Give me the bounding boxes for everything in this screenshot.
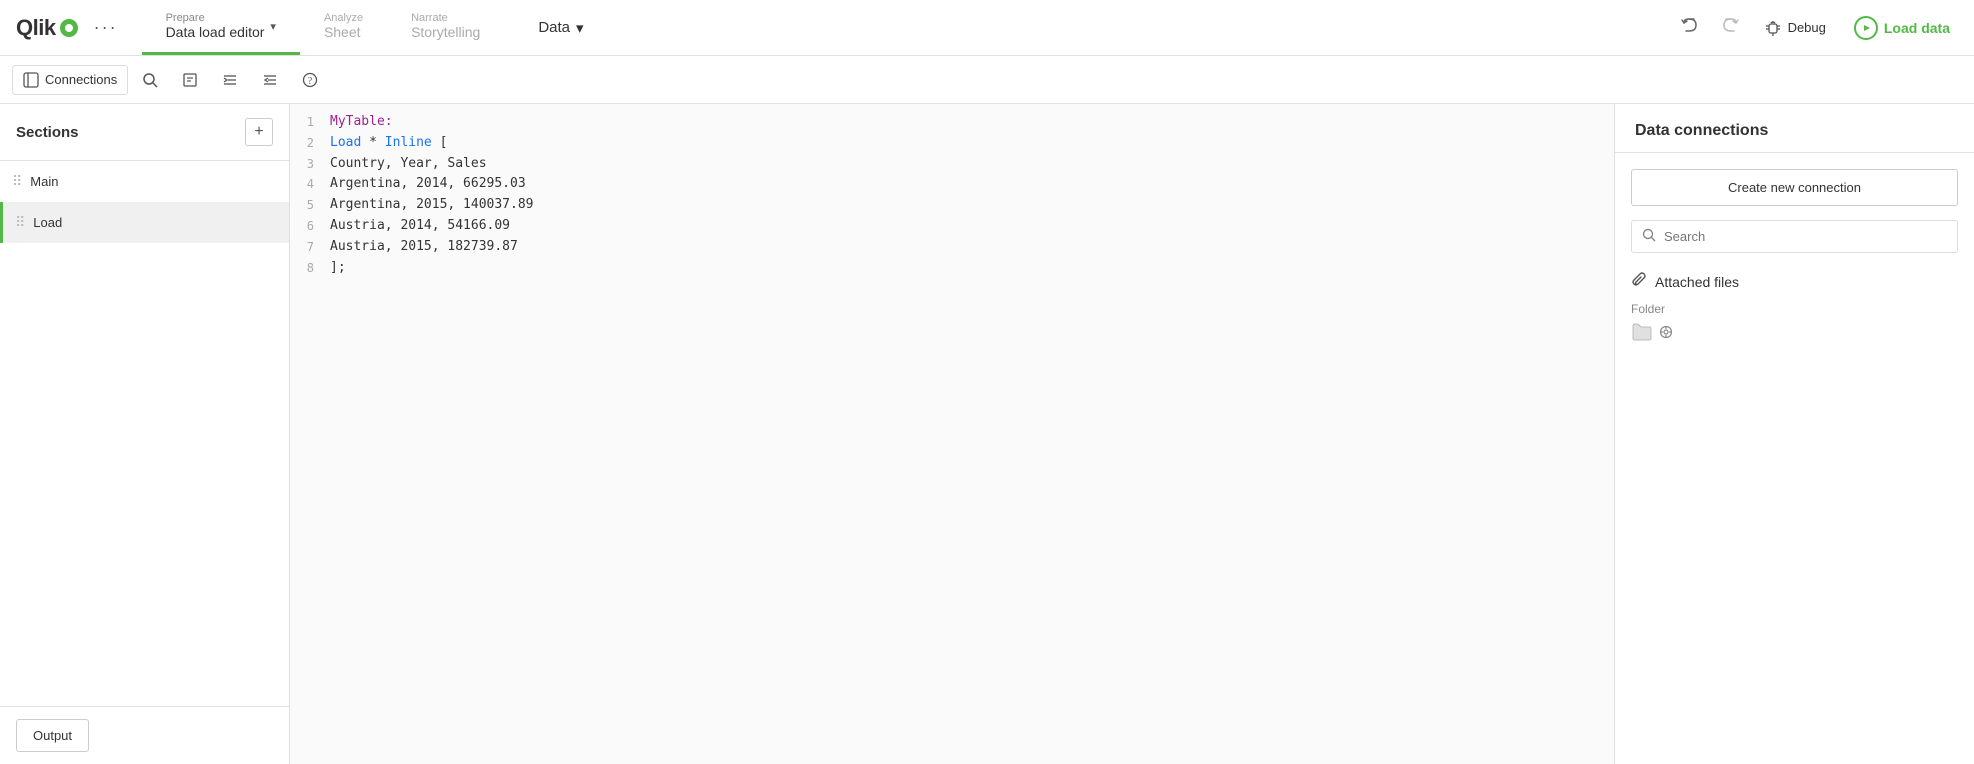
tab-prepare-main-label: Data load editor	[166, 24, 265, 40]
drag-handle-load: ⠿	[15, 214, 25, 231]
folder-icon-area	[1631, 322, 1958, 342]
sidebar-item-load[interactable]: ⠿ Load 🗑	[0, 202, 289, 243]
load-data-icon	[1854, 16, 1878, 40]
code-line-3: 3 Country, Year, Sales	[290, 154, 1614, 175]
debug-label: Debug	[1788, 20, 1826, 35]
connections-label: Connections	[45, 72, 117, 87]
right-panel-header: Data connections	[1615, 104, 1974, 153]
folder-label: Folder	[1631, 302, 1958, 316]
line-content-2: Load * Inline [	[330, 133, 1614, 154]
add-section-icon: +	[254, 123, 263, 141]
create-new-connection-button[interactable]: Create new connection	[1631, 169, 1958, 206]
data-connections-title: Data connections	[1635, 122, 1768, 139]
qlik-wordmark: Qlik	[16, 15, 56, 41]
code-token: Load	[330, 135, 361, 150]
code-line-2: 2 Load * Inline [	[290, 133, 1614, 154]
connections-button[interactable]: Connections	[12, 65, 128, 95]
data-menu-arrow: ▾	[576, 19, 584, 37]
data-connections-panel: Data connections Create new connection	[1614, 104, 1974, 764]
qlik-logo[interactable]: Qlik	[16, 15, 78, 41]
line-number-8: 8	[290, 258, 330, 278]
line-number-7: 7	[290, 237, 330, 257]
line-content-1: MyTable:	[330, 112, 1614, 133]
add-section-button[interactable]: +	[245, 118, 273, 146]
line-number-2: 2	[290, 133, 330, 153]
sidebar-footer: Output	[0, 706, 289, 764]
nav-tabs: Prepare Data load editor ▾ Analyze Sheet…	[142, 0, 505, 55]
outdent-button[interactable]	[252, 66, 288, 94]
sidebar-header: Sections +	[0, 104, 289, 161]
line-content-8: ];	[330, 258, 1614, 279]
logo-area: Qlik ···	[0, 13, 142, 42]
sidebar-item-main[interactable]: ⠿ Main	[0, 161, 289, 202]
code-editor-area[interactable]: 1 MyTable: 2 Load * Inline [ 3 Country, …	[290, 104, 1614, 764]
code-line-7: 7 Austria, 2015, 182739.87	[290, 237, 1614, 258]
attached-files-label: Attached files	[1655, 274, 1739, 290]
tab-analyze-top-label: Analyze	[324, 12, 363, 24]
line-number-5: 5	[290, 195, 330, 215]
tab-analyze-main-label: Sheet	[324, 24, 363, 40]
line-number-4: 4	[290, 174, 330, 194]
line-content-6: Austria, 2014, 54166.09	[330, 216, 1614, 237]
code-icon-button[interactable]	[172, 66, 208, 94]
redo-button[interactable]	[1716, 11, 1744, 44]
tab-narrate[interactable]: Narrate Storytelling	[387, 0, 504, 55]
tab-prepare[interactable]: Prepare Data load editor ▾	[142, 0, 300, 55]
drag-handle-main: ⠿	[12, 173, 22, 190]
sidebar-item-load-label: Load	[33, 215, 251, 230]
line-content-7: Austria, 2015, 182739.87	[330, 237, 1614, 258]
right-panel-content: Create new connection	[1615, 153, 1974, 358]
code-token: MyTable:	[330, 114, 393, 129]
line-number-3: 3	[290, 154, 330, 174]
qlik-logo-icon	[60, 19, 78, 37]
debug-button[interactable]: Debug	[1756, 15, 1834, 41]
line-content-4: Argentina, 2014, 66295.03	[330, 174, 1614, 195]
tab-analyze[interactable]: Analyze Sheet	[300, 0, 387, 55]
search-toolbar-button[interactable]	[132, 66, 168, 94]
attached-files-section: Attached files Folder	[1631, 271, 1958, 342]
code-editor[interactable]: 1 MyTable: 2 Load * Inline [ 3 Country, …	[290, 104, 1614, 764]
code-line-5: 5 Argentina, 2015, 140037.89	[290, 195, 1614, 216]
search-connections-icon	[1642, 228, 1656, 245]
code-line-8: 8 ];	[290, 258, 1614, 279]
code-line-1: 1 MyTable:	[290, 112, 1614, 133]
indent-button[interactable]	[212, 66, 248, 94]
code-line-6: 6 Austria, 2014, 54166.09	[290, 216, 1614, 237]
top-bar-right: Debug Load data	[1676, 11, 1974, 44]
sections-title: Sections	[16, 124, 79, 141]
main-content: Sections + ⠿ Main ⠿ Load 🗑 Output	[0, 104, 1974, 764]
load-data-button[interactable]: Load data	[1846, 12, 1958, 44]
search-connections-box[interactable]	[1631, 220, 1958, 253]
line-content-5: Argentina, 2015, 140037.89	[330, 195, 1614, 216]
tab-prepare-top-label: Prepare	[166, 12, 265, 24]
help-button[interactable]: ?	[292, 66, 328, 94]
attached-files-header: Attached files	[1631, 271, 1958, 292]
output-button[interactable]: Output	[16, 719, 89, 752]
folder-settings-icon	[1659, 325, 1673, 339]
sidebar-item-main-label: Main	[30, 174, 277, 189]
svg-text:?: ?	[308, 76, 313, 87]
undo-button[interactable]	[1676, 11, 1704, 44]
tab-narrate-main-label: Storytelling	[411, 24, 480, 40]
data-menu-label: Data	[538, 19, 570, 36]
sections-list: ⠿ Main ⠿ Load 🗑	[0, 161, 289, 706]
top-bar: Qlik ··· Prepare Data load editor ▾ Anal…	[0, 0, 1974, 56]
code-line-4: 4 Argentina, 2014, 66295.03	[290, 174, 1614, 195]
sections-sidebar: Sections + ⠿ Main ⠿ Load 🗑 Output	[0, 104, 290, 764]
data-menu-button[interactable]: Data ▾	[524, 13, 597, 43]
code-token: Inline	[385, 135, 432, 150]
load-data-label: Load data	[1884, 20, 1950, 36]
tab-narrate-top-label: Narrate	[411, 12, 480, 24]
search-connections-input[interactable]	[1664, 229, 1947, 244]
line-number-6: 6	[290, 216, 330, 236]
editor-toolbar: Connections ?	[0, 56, 1974, 104]
folder-icon	[1631, 322, 1653, 342]
more-options-button[interactable]: ···	[86, 13, 126, 42]
line-number-1: 1	[290, 112, 330, 132]
line-content-3: Country, Year, Sales	[330, 154, 1614, 175]
tab-prepare-dropdown-arrow[interactable]: ▾	[270, 20, 276, 33]
paperclip-icon	[1631, 271, 1647, 292]
